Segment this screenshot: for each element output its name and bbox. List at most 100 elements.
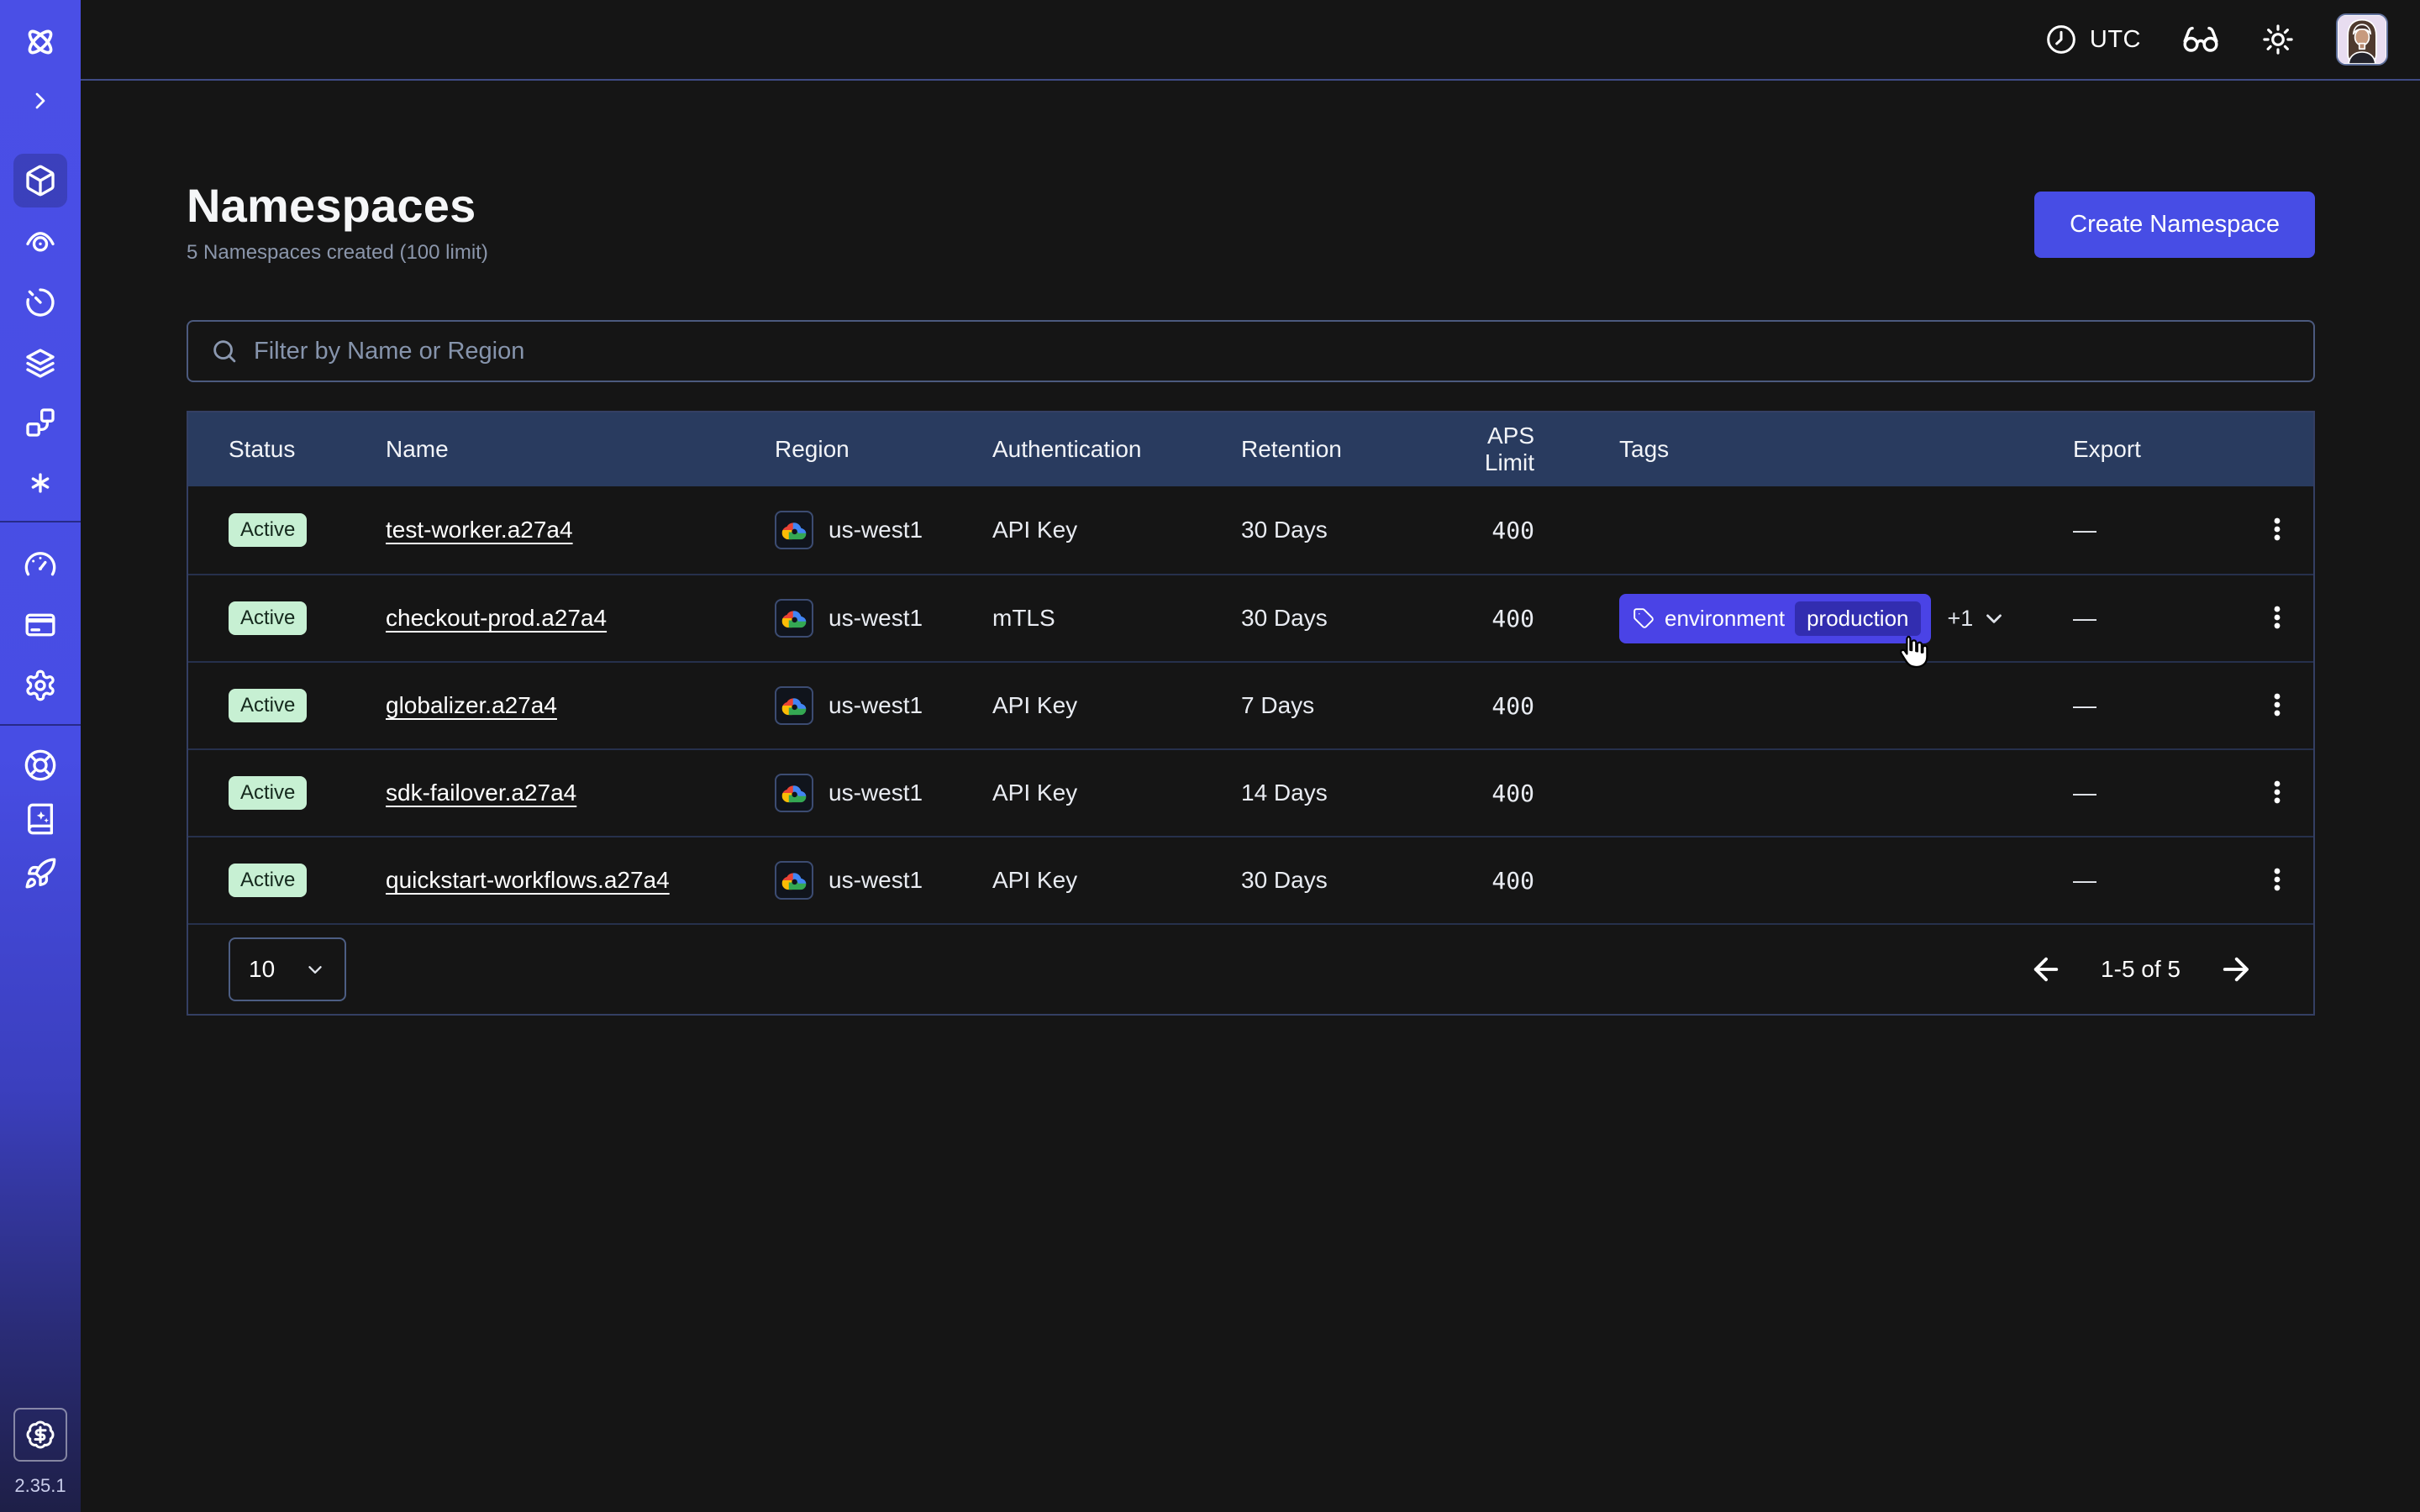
gcp-region-icon xyxy=(775,774,813,812)
sidebar-item-namespaces[interactable] xyxy=(13,154,67,207)
namespace-link[interactable]: quickstart-workflows.a27a4 xyxy=(386,867,670,893)
kebab-icon xyxy=(2263,515,2291,543)
status-badge: Active xyxy=(229,776,307,810)
kebab-icon xyxy=(2263,603,2291,632)
theme-toggle[interactable] xyxy=(2260,22,2296,57)
region-label: us-west1 xyxy=(829,867,923,894)
sidebar-item-stacks[interactable] xyxy=(24,346,57,380)
row-actions-button[interactable] xyxy=(2254,507,2300,554)
clock-icon xyxy=(2044,23,2078,56)
namespace-link[interactable]: sdk-failover.a27a4 xyxy=(386,780,576,806)
sidebar-item-workflows[interactable] xyxy=(24,406,57,439)
next-page-button[interactable] xyxy=(2217,952,2253,987)
status-badge: Active xyxy=(229,601,307,635)
aps-value: 400 xyxy=(1434,517,1534,544)
auth-value: API Key xyxy=(992,780,1241,806)
book-sparkles-icon xyxy=(24,802,57,836)
sidebar-item-observability[interactable] xyxy=(24,224,57,258)
user-avatar[interactable] xyxy=(2336,13,2388,66)
timezone-toggle[interactable]: UTC xyxy=(2044,23,2141,56)
workflow-icon xyxy=(24,406,57,439)
sidebar-item-docs[interactable] xyxy=(24,802,57,836)
page-size-select[interactable]: 10 xyxy=(229,937,346,1001)
sidebar-item-settings[interactable] xyxy=(24,669,57,702)
region-label: us-west1 xyxy=(829,605,923,632)
pagination-range: 1-5 of 5 xyxy=(2101,956,2181,983)
reader-mode-button[interactable] xyxy=(2181,20,2220,59)
col-export: Export xyxy=(2073,436,2241,463)
sun-icon xyxy=(2260,22,2296,57)
main-content: Namespaces 5 Namespaces created (100 lim… xyxy=(81,81,2420,1512)
gauge-icon xyxy=(24,548,57,581)
gcp-region-icon xyxy=(775,686,813,725)
col-name: Name xyxy=(386,436,775,463)
filter-input[interactable] xyxy=(254,338,2291,365)
row-actions-button[interactable] xyxy=(2254,857,2300,905)
col-aps-limit: APS Limit xyxy=(1434,423,1534,476)
status-badge: Active xyxy=(229,513,307,547)
row-actions-button[interactable] xyxy=(2254,769,2300,817)
namespace-link[interactable]: checkout-prod.a27a4 xyxy=(386,605,607,631)
arrow-right-icon xyxy=(2217,952,2253,987)
badge-dollar-icon xyxy=(25,1420,55,1450)
tag-value: production xyxy=(1795,601,1920,636)
col-authentication: Authentication xyxy=(992,436,1241,463)
timezone-label: UTC xyxy=(2090,26,2141,54)
page-subtitle: 5 Namespaces created (100 limit) xyxy=(187,241,2315,265)
temporal-logo-icon[interactable] xyxy=(22,24,59,60)
region-label: us-west1 xyxy=(829,517,923,543)
eye-icon xyxy=(24,224,57,258)
sidebar-item-usage[interactable] xyxy=(24,548,57,581)
col-region: Region xyxy=(775,436,992,463)
col-retention: Retention xyxy=(1241,436,1434,463)
retention-value: 7 Days xyxy=(1241,692,1434,719)
sidebar-divider xyxy=(0,521,81,522)
namespaces-table: Status Name Region Authentication Retent… xyxy=(187,411,2315,1016)
sidebar-item-onboarding[interactable] xyxy=(24,857,57,890)
prev-page-button[interactable] xyxy=(2028,952,2064,987)
namespace-link[interactable]: test-worker.a27a4 xyxy=(386,517,573,543)
page-title: Namespaces xyxy=(187,178,2315,233)
glasses-icon xyxy=(2181,20,2220,59)
life-buoy-icon xyxy=(24,748,57,782)
kebab-icon xyxy=(2263,778,2291,806)
auth-value: API Key xyxy=(992,517,1241,543)
retention-value: 30 Days xyxy=(1241,605,1434,632)
tag-chip[interactable]: environment production xyxy=(1619,594,1931,643)
retention-value: 30 Days xyxy=(1241,517,1434,543)
gcp-region-icon xyxy=(775,511,813,549)
page-size-value: 10 xyxy=(249,956,275,983)
table-body: Active test-worker.a27a4 us-west1 API Ke… xyxy=(188,486,2313,923)
timer-icon xyxy=(24,286,57,319)
table-header-row: Status Name Region Authentication Retent… xyxy=(188,412,2313,486)
chevron-down-icon xyxy=(304,958,326,980)
row-actions-button[interactable] xyxy=(2254,682,2300,730)
avatar-image xyxy=(2338,15,2386,64)
aps-value: 400 xyxy=(1434,780,1534,807)
auth-value: API Key xyxy=(992,867,1241,894)
retention-value: 30 Days xyxy=(1241,867,1434,894)
sidebar-expand-icon[interactable] xyxy=(27,87,54,114)
plan-badge-button[interactable] xyxy=(13,1408,67,1462)
table-row: Active quickstart-workflows.a27a4 us-wes… xyxy=(188,836,2313,923)
sidebar-item-schedules[interactable] xyxy=(24,286,57,319)
tags-expand-button[interactable]: +1 xyxy=(1948,606,2007,632)
layers-icon xyxy=(24,346,57,380)
sidebar-item-support[interactable] xyxy=(24,748,57,782)
export-value: — xyxy=(2073,692,2241,719)
cube-icon xyxy=(24,164,57,197)
topbar: UTC xyxy=(81,0,2420,81)
sidebar-item-billing[interactable] xyxy=(24,608,57,642)
tag-key: environment xyxy=(1665,606,1785,632)
create-namespace-button[interactable]: Create Namespace xyxy=(2034,192,2315,258)
retention-value: 14 Days xyxy=(1241,780,1434,806)
tag-icon xyxy=(1633,607,1655,629)
sidebar-item-connectivity[interactable] xyxy=(24,466,57,500)
rocket-icon xyxy=(24,857,57,890)
chevron-down-icon xyxy=(1981,606,2007,631)
row-actions-button[interactable] xyxy=(2254,595,2300,643)
aps-value: 400 xyxy=(1434,605,1534,633)
namespace-link[interactable]: globalizer.a27a4 xyxy=(386,692,557,718)
tags-more-count: +1 xyxy=(1948,606,1974,632)
sidebar-divider xyxy=(0,724,81,726)
